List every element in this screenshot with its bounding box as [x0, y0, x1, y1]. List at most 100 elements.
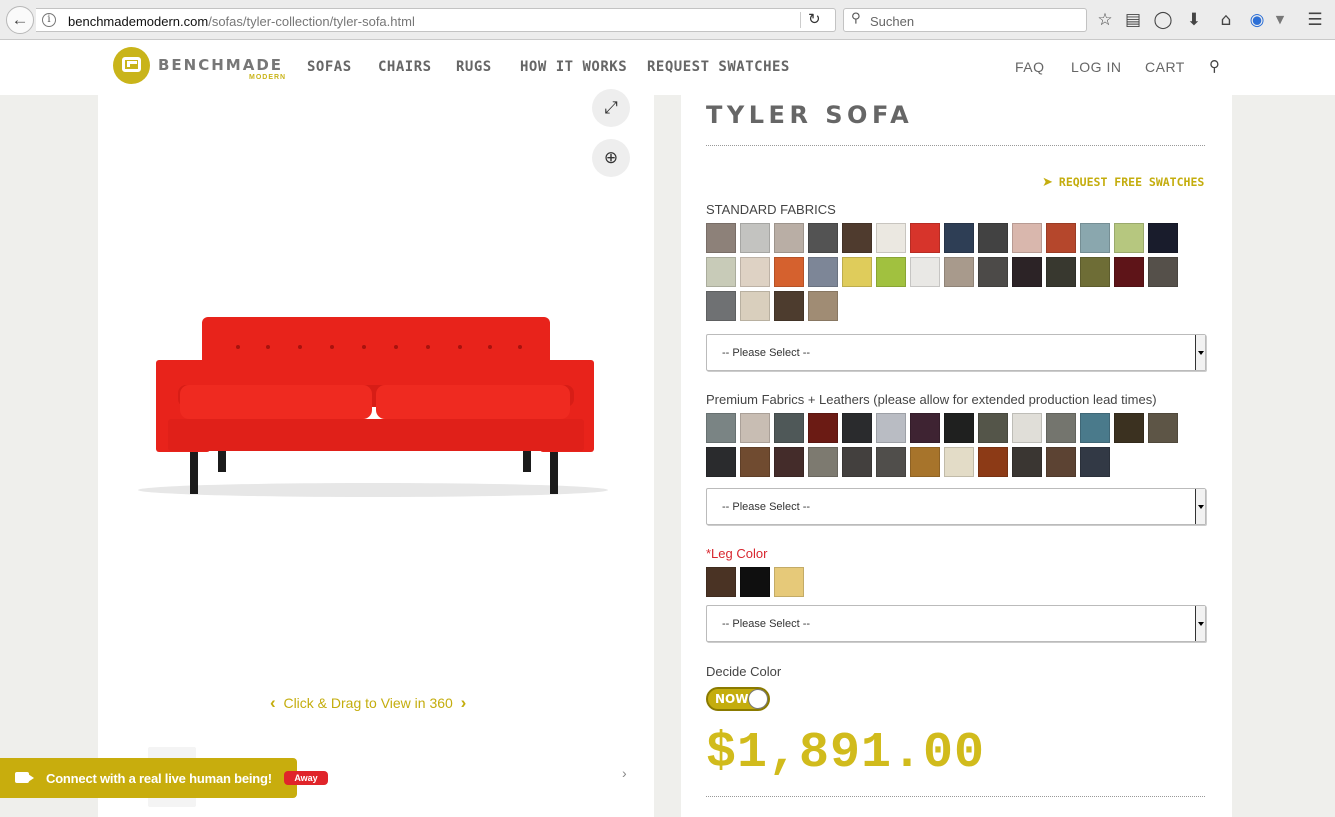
nav-faq[interactable]: FAQ — [1015, 59, 1045, 75]
zoom-in-icon[interactable]: ⊕ — [592, 139, 630, 177]
premium-fabric-swatch-6[interactable] — [876, 413, 906, 443]
standard-fabric-swatch-7[interactable] — [910, 223, 940, 253]
menu-icon[interactable]: ☰ — [1304, 8, 1326, 32]
standard-fabric-swatch-8[interactable] — [944, 223, 974, 253]
premium-fabric-swatch-7[interactable] — [910, 413, 940, 443]
standard-fabric-swatch-15[interactable] — [706, 257, 736, 287]
nav-log-in[interactable]: LOG IN — [1071, 59, 1121, 75]
standard-fabric-swatch-25[interactable] — [1046, 257, 1076, 287]
chevron-left-icon[interactable]: ‹ — [270, 693, 276, 712]
premium-fabric-swatch-19[interactable] — [842, 447, 872, 477]
nav-sofas[interactable]: SOFAS — [307, 59, 352, 75]
nav-chairs[interactable]: CHAIRS — [378, 59, 432, 75]
standard-fabric-swatch-10[interactable] — [1012, 223, 1042, 253]
premium-fabric-swatch-12[interactable] — [1080, 413, 1110, 443]
sofa-image[interactable] — [128, 295, 618, 500]
premium-fabric-swatch-16[interactable] — [740, 447, 770, 477]
premium-fabric-swatch-1[interactable] — [706, 413, 736, 443]
toggle-knob[interactable] — [748, 689, 768, 709]
home-icon[interactable]: ⌂ — [1215, 8, 1237, 32]
premium-fabric-swatch-5[interactable] — [842, 413, 872, 443]
nav-rugs[interactable]: RUGS — [456, 59, 492, 75]
premium-fabric-swatch-11[interactable] — [1046, 413, 1076, 443]
standard-fabric-swatch-21[interactable] — [910, 257, 940, 287]
premium-fabric-swatch-3[interactable] — [774, 413, 804, 443]
search-icon[interactable]: ⚲ — [1209, 57, 1220, 75]
premium-fabric-swatch-20[interactable] — [876, 447, 906, 477]
expand-icon[interactable]: ⤢ — [592, 89, 630, 127]
standard-fabric-swatch-29[interactable] — [706, 291, 736, 321]
rotate-360-hint[interactable]: ‹ Click & Drag to View in 360 › — [270, 693, 466, 713]
nav-cart[interactable]: CART — [1145, 59, 1185, 75]
decide-color-toggle[interactable]: NOW — [706, 687, 770, 711]
premium-fabric-swatch-24[interactable] — [1012, 447, 1042, 477]
premium-fabric-swatch-8[interactable] — [944, 413, 974, 443]
logo-icon[interactable] — [113, 47, 150, 84]
premium-fabric-swatch-26[interactable] — [1080, 447, 1110, 477]
premium-fabric-swatch-13[interactable] — [1114, 413, 1144, 443]
premium-fabric-swatch-15[interactable] — [706, 447, 736, 477]
standard-fabric-swatch-2[interactable] — [740, 223, 770, 253]
premium-fabric-swatch-17[interactable] — [774, 447, 804, 477]
standard-fabric-swatch-24[interactable] — [1012, 257, 1042, 287]
standard-fabric-swatch-19[interactable] — [842, 257, 872, 287]
standard-fabric-swatch-28[interactable] — [1148, 257, 1178, 287]
standard-fabric-swatch-13[interactable] — [1114, 223, 1144, 253]
live-chat-bar[interactable]: Connect with a real live human being! — [0, 758, 297, 798]
premium-fabric-swatch-21[interactable] — [910, 447, 940, 477]
chevron-right-icon[interactable]: › — [461, 693, 467, 712]
leg-color-select[interactable]: -- Please Select -- — [706, 605, 1206, 642]
nav-how-it-works[interactable]: HOW IT WORKS — [520, 59, 627, 75]
standard-fabric-swatch-11[interactable] — [1046, 223, 1076, 253]
standard-fabric-swatch-27[interactable] — [1114, 257, 1144, 287]
standard-fabric-swatch-6[interactable] — [876, 223, 906, 253]
info-icon[interactable]: i — [42, 13, 56, 27]
leg-color-swatch-3[interactable] — [774, 567, 804, 597]
chevron-down-icon[interactable] — [1195, 606, 1205, 641]
standard-fabric-swatch-17[interactable] — [774, 257, 804, 287]
request-free-swatches-link[interactable]: ➤ REQUEST FREE SWATCHES — [1042, 175, 1204, 190]
premium-fabric-swatch-10[interactable] — [1012, 413, 1042, 443]
standard-fabric-swatch-12[interactable] — [1080, 223, 1110, 253]
standard-fabric-select[interactable]: -- Please Select -- — [706, 334, 1206, 371]
standard-fabric-swatch-16[interactable] — [740, 257, 770, 287]
browser-search-input[interactable]: ⚲ Suchen — [843, 8, 1087, 32]
standard-fabric-swatch-22[interactable] — [944, 257, 974, 287]
premium-fabric-swatch-14[interactable] — [1148, 413, 1178, 443]
standard-fabric-swatch-3[interactable] — [774, 223, 804, 253]
chevron-down-icon[interactable] — [1195, 489, 1205, 524]
chevron-down-icon[interactable]: ▼ — [1269, 8, 1291, 32]
url-text[interactable]: benchmademodern.com/sofas/tyler-collecti… — [68, 14, 415, 29]
download-icon[interactable]: ⬇ — [1183, 8, 1205, 32]
standard-fabric-swatch-9[interactable] — [978, 223, 1008, 253]
pocket-icon[interactable]: ◯ — [1152, 8, 1174, 32]
standard-fabric-swatch-18[interactable] — [808, 257, 838, 287]
standard-fabric-swatch-26[interactable] — [1080, 257, 1110, 287]
bookmark-star-icon[interactable]: ☆ — [1094, 8, 1116, 32]
premium-fabric-swatch-9[interactable] — [978, 413, 1008, 443]
premium-fabric-swatch-2[interactable] — [740, 413, 770, 443]
reading-list-icon[interactable]: ▤ — [1122, 8, 1144, 32]
premium-fabric-swatch-4[interactable] — [808, 413, 838, 443]
standard-fabric-swatch-30[interactable] — [740, 291, 770, 321]
leg-color-swatch-2[interactable] — [740, 567, 770, 597]
leg-color-swatch-1[interactable] — [706, 567, 736, 597]
premium-fabric-swatch-25[interactable] — [1046, 447, 1076, 477]
standard-fabric-swatch-23[interactable] — [978, 257, 1008, 287]
premium-fabric-select[interactable]: -- Please Select -- — [706, 488, 1206, 525]
logo-text[interactable]: BENCHMADE — [158, 56, 283, 74]
premium-fabric-swatch-18[interactable] — [808, 447, 838, 477]
premium-fabric-swatch-23[interactable] — [978, 447, 1008, 477]
nav-request-swatches[interactable]: REQUEST SWATCHES — [647, 59, 790, 75]
reload-icon[interactable]: ↻ — [808, 10, 821, 28]
standard-fabric-swatch-20[interactable] — [876, 257, 906, 287]
standard-fabric-swatch-14[interactable] — [1148, 223, 1178, 253]
standard-fabric-swatch-31[interactable] — [774, 291, 804, 321]
standard-fabric-swatch-1[interactable] — [706, 223, 736, 253]
standard-fabric-swatch-4[interactable] — [808, 223, 838, 253]
chevron-right-icon[interactable]: › — [622, 765, 627, 781]
chevron-down-icon[interactable] — [1195, 335, 1205, 370]
premium-fabric-swatch-22[interactable] — [944, 447, 974, 477]
address-bar[interactable]: i benchmademodern.com/sofas/tyler-collec… — [36, 8, 836, 32]
extension-icon[interactable]: ◉ — [1246, 8, 1268, 32]
